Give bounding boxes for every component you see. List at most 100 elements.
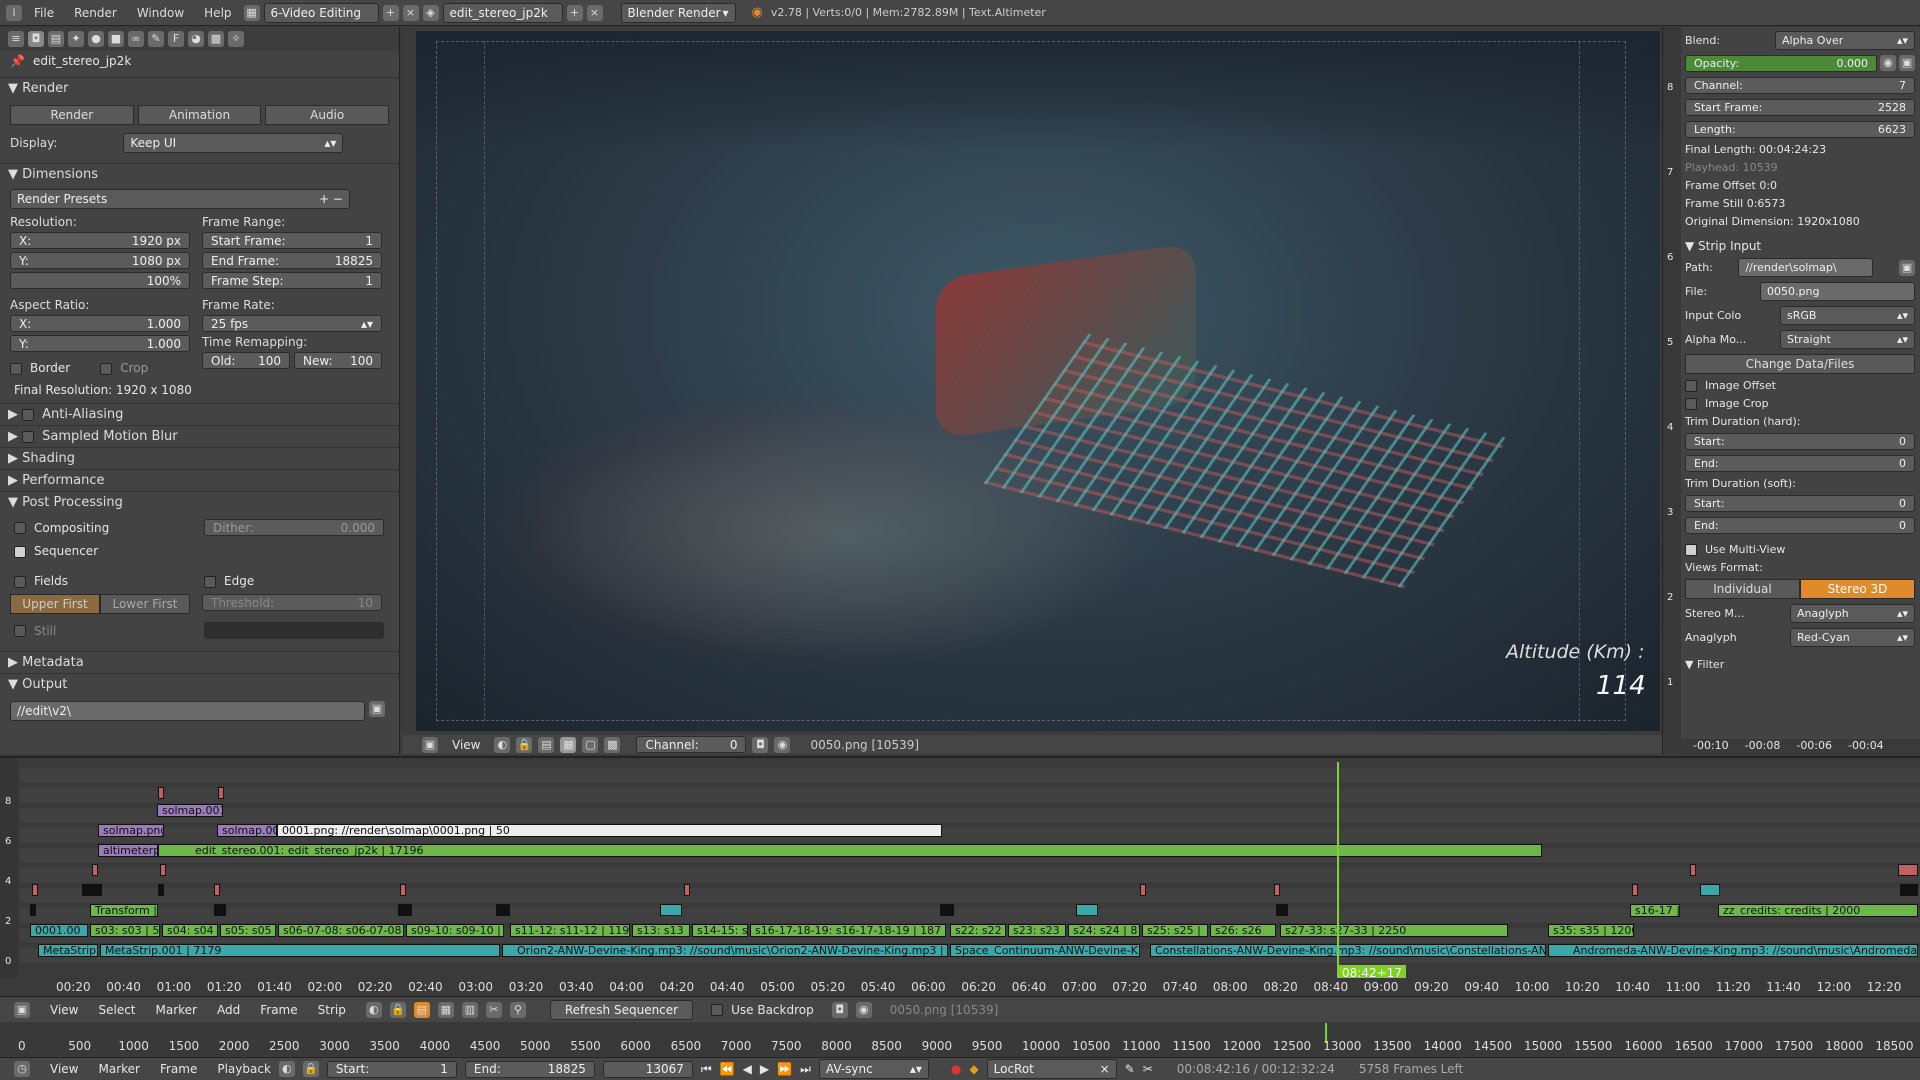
end-frame-field[interactable]: End Frame: 18825 (202, 252, 382, 269)
remove-scene-icon[interactable]: × (586, 4, 603, 21)
blend-selector[interactable]: Alpha Over ▴▾ (1775, 31, 1915, 50)
fields-checkbox[interactable]: Fields (14, 574, 204, 588)
record-icon[interactable]: ● (951, 1062, 961, 1076)
audio-andromeda-strip[interactable]: Andromeda-ANW-Devine-King.mp3: //sound\m… (1548, 944, 1918, 957)
resolution-percent-field[interactable]: 100% (10, 272, 190, 289)
tl-menu-playback[interactable]: Playback (217, 1062, 271, 1076)
solmap-00-strip[interactable]: solmap.00 (217, 824, 277, 837)
strip-s27[interactable]: s27-33: s27-33 | 2250 (1280, 924, 1508, 937)
credits-strip[interactable]: zz_credits: credits | 2000 (1718, 904, 1918, 917)
channel-field[interactable]: Channel: 0 (636, 736, 747, 753)
sequencer-checkbox[interactable]: Sequencer (0, 542, 399, 560)
border-checkbox[interactable]: Border (10, 361, 70, 375)
strip-s09[interactable]: s09-10: s09-10 | (406, 924, 504, 937)
camera-icon[interactable]: ◉ (774, 736, 791, 753)
start-frame-field[interactable]: Start: 1 (326, 1060, 457, 1078)
compositing-checkbox[interactable]: Compositing (14, 521, 204, 535)
stereo3d-tab[interactable]: Stereo 3D (1800, 579, 1915, 599)
menu-window[interactable]: Window (129, 3, 192, 23)
remap-old-field[interactable]: Old: 100 (202, 352, 290, 369)
audio-space-strip[interactable]: Space_Continuum-ANW-Devine-King (950, 944, 1140, 957)
strip-marker[interactable] (1898, 864, 1918, 876)
timeline-editor-icon[interactable]: ◷ (14, 1061, 30, 1077)
jump-end-icon[interactable]: ⏭ (800, 1062, 811, 1077)
tl-menu-frame[interactable]: Frame (160, 1062, 197, 1076)
s16-17-strip[interactable]: s16-17 | (1630, 904, 1680, 917)
strip-s26[interactable]: s26: s26 (1210, 924, 1276, 937)
texture-tab-icon[interactable]: ▩ (208, 31, 224, 47)
strip-marker[interactable] (214, 884, 220, 896)
strip-marker[interactable] (940, 904, 954, 916)
render-button[interactable]: Render (10, 105, 134, 125)
individual-tab[interactable]: Individual (1685, 579, 1800, 599)
preview-image[interactable]: Altitude (Km) : 114 (416, 31, 1660, 731)
overlay-icon[interactable]: ◐ (365, 1001, 382, 1018)
lock-icon[interactable]: 🔒 (516, 736, 533, 753)
strip-marker[interactable] (1690, 864, 1696, 876)
use-backdrop-checkbox[interactable]: Use Backdrop (711, 1003, 814, 1017)
aspect-y-field[interactable]: Y: 1.000 (10, 335, 190, 352)
remap-new-field[interactable]: New: 100 (294, 352, 382, 369)
solmap-001-strip[interactable]: solmap.001 (157, 804, 223, 817)
proxy-icon[interactable]: ⚲ (509, 1001, 526, 1018)
menu-file[interactable]: File (26, 3, 62, 23)
jump-keyframe-back-icon[interactable]: ⏪ (720, 1062, 735, 1076)
edit-stereo-strip[interactable]: edit_stereo.001: edit_stereo_jp2k | 1719… (158, 844, 1542, 857)
layout-grid-icon[interactable]: ▦ (243, 4, 260, 21)
seq-menu-strip[interactable]: Strip (318, 1003, 346, 1017)
audio-constellations-strip[interactable]: Constellations-ANW-Devine-King.mp3: //so… (1150, 944, 1546, 957)
timeline-frame-ruler[interactable]: 0 500 1000 1500 2000 2500 3000 3500 4000 4500 5000… (0, 1037, 1920, 1055)
strip-marker[interactable] (660, 904, 682, 916)
render-presets-selector[interactable]: Render Presets + − (10, 189, 350, 209)
remove-layout-icon[interactable]: × (402, 4, 419, 21)
render-engine-selector[interactable]: Blender Render ▾ (620, 2, 736, 23)
sequencer-time-ruler[interactable]: 00:20 00:40 01:00 01:20 01:40 02:00 02:20 02:40… (0, 978, 1920, 996)
jump-start-icon[interactable]: ⏮ (701, 1062, 712, 1077)
mute-eye-icon[interactable]: ◉ (1880, 55, 1896, 71)
render-tab-icon[interactable]: ◘ (28, 31, 44, 47)
opacity-field[interactable]: Opacity: 0.000 (1685, 55, 1877, 72)
render-icon[interactable]: ◘ (831, 1001, 848, 1018)
layers-tab-icon[interactable]: ▤ (48, 31, 64, 47)
snap-icon[interactable]: ✂ (485, 1001, 502, 1018)
data-tab-icon[interactable]: F (168, 31, 184, 47)
camera-icon[interactable]: ◉ (855, 1001, 872, 1018)
delete-keyframe-icon[interactable]: ✂ (1143, 1062, 1153, 1076)
strip-marker[interactable] (1632, 884, 1638, 896)
strip-marker[interactable] (1076, 904, 1098, 916)
animation-button[interactable]: Animation (137, 105, 262, 125)
keying-set-selector[interactable]: LocRot × (986, 1059, 1117, 1079)
strip-marker[interactable] (1140, 884, 1146, 896)
threshold-field[interactable]: Threshold: 10 (202, 594, 382, 611)
strip-s13[interactable]: s13: s13 (632, 924, 690, 937)
preview-view-icon[interactable]: ▦ (437, 1001, 454, 1018)
strip-marker[interactable] (218, 787, 224, 799)
start-frame-field[interactable]: Start Frame: 2528 (1685, 99, 1915, 116)
tl-menu-view[interactable]: View (50, 1062, 78, 1076)
alpha-mode-selector[interactable]: Straight ▴▾ (1780, 330, 1915, 349)
editor-type-icon[interactable]: ≡ (8, 31, 24, 47)
play-reverse-icon[interactable]: ◀ (743, 1062, 752, 1076)
insert-keyframe-icon[interactable]: ✎ (1125, 1062, 1135, 1076)
overlay-icon[interactable]: ◐ (494, 736, 511, 753)
safe-areas-icon[interactable]: ▢ (582, 736, 599, 753)
strip-input-header[interactable]: ▼ Strip Input (1685, 239, 1915, 253)
split-view-icon[interactable]: ▥ (461, 1001, 478, 1018)
checker-icon[interactable]: ▦ (560, 736, 577, 753)
sequencer-view-icon[interactable]: ▤ (413, 1001, 430, 1018)
audio-orion-strip[interactable]: Orion2-ANW-Devine-King.mp3: //sound\musi… (502, 944, 948, 957)
blender-info-icon[interactable]: i (6, 4, 22, 21)
folder-icon[interactable]: ▣ (1899, 259, 1915, 276)
particles-tab-icon[interactable]: ✧ (228, 31, 244, 47)
solmap-png-strip[interactable]: solmap.png (98, 824, 164, 837)
edge-checkbox[interactable]: Edge (204, 574, 254, 588)
strip-marker[interactable] (30, 904, 36, 916)
dimensions-section-header[interactable]: ▼ Dimensions (0, 163, 399, 185)
strip-s22[interactable]: s22: s22 | 6 (950, 924, 1006, 937)
anaglyph-selector[interactable]: Red-Cyan ▴▾ (1790, 628, 1915, 647)
strip-marker[interactable] (214, 904, 226, 916)
display-mode-icon[interactable]: ▤ (538, 736, 555, 753)
input-color-selector[interactable]: sRGB ▴▾ (1780, 306, 1915, 325)
menu-render[interactable]: Render (66, 3, 125, 23)
metastrip-001[interactable]: MetaStrip.001 | 7179 (100, 944, 500, 957)
